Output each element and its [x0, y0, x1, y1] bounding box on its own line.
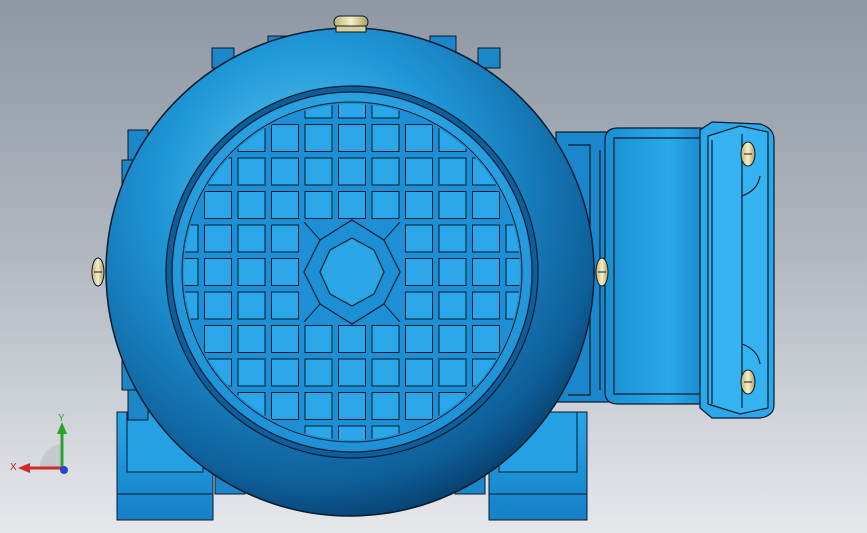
side-bolt-left	[91, 257, 105, 287]
grille-opening	[371, 191, 400, 219]
grille-opening	[405, 392, 433, 420]
grille-opening	[438, 224, 467, 253]
grille-opening	[237, 291, 266, 320]
grille-opening	[472, 325, 500, 353]
grille-opening	[271, 191, 299, 219]
grille-opening	[304, 358, 333, 387]
cad-viewport[interactable]: X Y	[0, 0, 867, 533]
grille-opening	[271, 325, 299, 353]
grille-opening	[472, 258, 500, 286]
terminal-bolt-top	[740, 141, 756, 167]
grille-opening	[371, 325, 400, 353]
grille-opening	[438, 157, 467, 186]
grille-opening	[271, 157, 299, 186]
grille-opening	[204, 325, 232, 353]
side-bolt-right	[595, 257, 609, 287]
grille-opening	[338, 392, 366, 420]
grille-opening	[271, 224, 299, 253]
y-axis-label: Y	[58, 413, 65, 424]
triad-plane-icon	[39, 444, 62, 468]
grille-opening	[271, 258, 299, 286]
grille-opening	[438, 325, 467, 353]
grille-opening	[237, 191, 266, 219]
grille-opening	[438, 358, 467, 387]
grille-opening	[271, 291, 299, 320]
lifting-bolt	[333, 15, 369, 33]
grille-opening	[237, 325, 266, 353]
grille-opening	[405, 191, 433, 219]
grille-opening	[472, 224, 500, 253]
grille-opening	[338, 157, 366, 186]
grille-opening	[304, 325, 333, 353]
grille-opening	[371, 157, 400, 186]
axis-triad[interactable]: X Y	[10, 412, 80, 482]
grille-opening	[472, 291, 500, 320]
grille-opening	[405, 258, 433, 286]
grille-opening	[338, 325, 366, 353]
grille-opening	[237, 224, 266, 253]
x-axis-label: X	[10, 462, 17, 473]
grille-opening	[405, 291, 433, 320]
grille-opening	[338, 124, 366, 152]
grille-opening	[304, 191, 333, 219]
grille-opening	[438, 291, 467, 320]
grille-opening	[405, 224, 433, 253]
terminal-bolt-bottom	[740, 369, 756, 395]
grille-opening	[405, 157, 433, 186]
grille-opening	[271, 124, 299, 152]
grille-opening	[304, 392, 333, 420]
grille-opening	[371, 124, 400, 152]
grille-opening	[204, 291, 232, 320]
grille-opening	[338, 191, 366, 219]
grille-opening	[338, 358, 366, 387]
grille-opening	[405, 325, 433, 353]
grille-opening	[371, 392, 400, 420]
grille-opening	[271, 392, 299, 420]
grille-opening	[204, 191, 232, 219]
grille-opening	[304, 157, 333, 186]
grille-opening	[405, 124, 433, 152]
grille-opening	[204, 258, 232, 286]
x-arrow-icon	[18, 463, 30, 473]
grille-opening	[237, 258, 266, 286]
z-axis-icon	[60, 466, 68, 474]
grille-opening	[438, 258, 467, 286]
motor-model[interactable]	[0, 0, 867, 533]
grille-opening	[271, 358, 299, 387]
grille-opening	[472, 191, 500, 219]
grille-opening	[237, 157, 266, 186]
grille-opening	[304, 124, 333, 152]
grille-opening	[237, 358, 266, 387]
grille-opening	[405, 358, 433, 387]
grille-opening	[438, 191, 467, 219]
grille-opening	[204, 224, 232, 253]
grille-opening	[371, 358, 400, 387]
